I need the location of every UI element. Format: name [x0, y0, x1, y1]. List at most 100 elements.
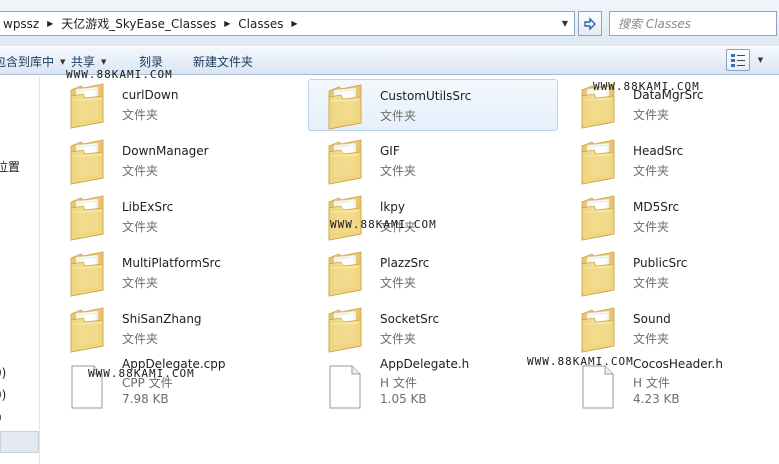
item-name: AppDelegate.cpp — [122, 357, 226, 371]
document-icon — [327, 362, 363, 410]
folder-item[interactable]: GIF 文件夹 — [309, 135, 559, 187]
folder-icon — [69, 306, 105, 354]
item-type: H 文件 — [633, 376, 670, 390]
navigation-pane: 位置 0) 0) 0 0 — [0, 76, 40, 464]
folder-icon — [580, 250, 616, 298]
item-type: 文件夹 — [380, 332, 417, 346]
chevron-down-icon: ▼ — [60, 58, 66, 66]
search-field[interactable] — [609, 11, 777, 36]
folder-item[interactable]: LibExSrc 文件夹 — [51, 191, 301, 243]
folder-icon — [580, 138, 616, 186]
item-type: 文件夹 — [122, 332, 159, 346]
item-name: PlazzSrc — [380, 256, 430, 270]
details-view-icon — [731, 54, 745, 67]
item-type: 文件夹 — [380, 109, 417, 123]
folder-item[interactable]: HeadSrc 文件夹 — [562, 135, 779, 187]
nav-item[interactable]: 位置 — [0, 158, 20, 175]
breadcrumb-item[interactable]: wpssz — [0, 12, 43, 35]
item-name: CustomUtilsSrc — [380, 89, 472, 103]
breadcrumb-item[interactable]: 天亿游戏_SkyEase_Classes — [57, 12, 220, 35]
folder-item[interactable]: CustomUtilsSrc 文件夹 — [308, 79, 558, 131]
file-list: curlDown 文件夹 CustomUtilsSrc 文件夹 DataMgrSrc 文件… — [41, 76, 779, 464]
chevron-down-icon: ▼ — [101, 58, 107, 66]
item-type: 文件夹 — [633, 220, 670, 234]
item-name: AppDelegate.h — [380, 357, 470, 371]
nav-item[interactable]: 0 — [0, 411, 2, 425]
folder-icon — [580, 194, 616, 242]
item-name: MD5Src — [633, 200, 680, 214]
folder-item[interactable]: DataMgrSrc 文件夹 — [562, 79, 779, 131]
item-name: CocosHeader.h — [633, 357, 723, 371]
breadcrumb-item[interactable]: Classes — [234, 12, 287, 35]
chevron-down-icon[interactable]: ▼ — [556, 12, 574, 35]
folder-item[interactable]: MD5Src 文件夹 — [562, 191, 779, 243]
folder-item[interactable]: MultiPlatformSrc 文件夹 — [51, 247, 301, 299]
breadcrumb-separator-icon[interactable]: ▶ — [43, 19, 57, 28]
nav-item[interactable]: 0) — [0, 388, 6, 402]
item-size: 4.23 KB — [633, 392, 680, 406]
folder-item[interactable]: Sound 文件夹 — [562, 303, 779, 355]
refresh-icon — [584, 16, 596, 31]
folder-item[interactable]: SocketSrc 文件夹 — [309, 303, 559, 355]
share-label: 共享 — [71, 55, 96, 69]
item-name: DataMgrSrc — [633, 88, 704, 102]
folder-icon — [327, 250, 363, 298]
folder-icon — [69, 250, 105, 298]
folder-icon — [69, 82, 105, 130]
item-name: LibExSrc — [122, 200, 174, 214]
file-item[interactable]: AppDelegate.cpp CPP 文件 7.98 KB — [51, 357, 301, 411]
folder-item[interactable]: PlazzSrc 文件夹 — [309, 247, 559, 299]
item-type: 文件夹 — [122, 164, 159, 178]
item-type: 文件夹 — [633, 332, 670, 346]
item-type: CPP 文件 — [122, 376, 173, 390]
nav-item-selected[interactable] — [0, 431, 39, 453]
item-name: ShiSanZhang — [122, 312, 202, 326]
breadcrumb-separator-icon[interactable]: ▶ — [287, 19, 301, 28]
item-type: 文件夹 — [633, 108, 670, 122]
item-type: 文件夹 — [380, 164, 417, 178]
folder-icon — [69, 194, 105, 242]
burn-button[interactable]: 刻录 — [139, 53, 163, 70]
search-input[interactable] — [618, 16, 768, 31]
share-menu[interactable]: 共享 ▼ — [71, 53, 106, 70]
item-type: H 文件 — [380, 376, 417, 390]
include-in-library-label: 包含到库中 — [0, 55, 55, 69]
folder-item[interactable]: curlDown 文件夹 — [51, 79, 301, 131]
item-name: DownManager — [122, 144, 209, 158]
item-type: 文件夹 — [380, 276, 417, 290]
change-view-button[interactable] — [726, 49, 750, 71]
nav-item[interactable]: 0) — [0, 366, 6, 380]
breadcrumb-separator-icon[interactable]: ▶ — [220, 19, 234, 28]
item-size: 7.98 KB — [122, 392, 169, 406]
item-type: 文件夹 — [122, 276, 159, 290]
folder-icon — [327, 83, 363, 131]
chevron-down-icon[interactable]: ▼ — [752, 49, 769, 71]
item-name: curlDown — [122, 88, 179, 102]
document-icon — [69, 362, 105, 410]
folder-item[interactable]: PublicSrc 文件夹 — [562, 247, 779, 299]
folder-icon — [327, 306, 363, 354]
item-size: 1.05 KB — [380, 392, 427, 406]
file-item[interactable]: AppDelegate.h H 文件 1.05 KB — [309, 357, 559, 411]
item-name: Sound — [633, 312, 671, 326]
item-name: SocketSrc — [380, 312, 440, 326]
file-item[interactable]: CocosHeader.h H 文件 4.23 KB — [562, 357, 779, 411]
refresh-button[interactable] — [578, 11, 602, 36]
folder-item[interactable]: lkpy 文件夹 — [309, 191, 559, 243]
folder-icon — [327, 138, 363, 186]
folder-icon — [580, 82, 616, 130]
command-bar: 包含到库中 ▼ 共享 ▼ 刻录 新建文件夹 — [0, 46, 779, 75]
folder-item[interactable]: DownManager 文件夹 — [51, 135, 301, 187]
item-type: 文件夹 — [633, 276, 670, 290]
folder-item[interactable]: ShiSanZhang 文件夹 — [51, 303, 301, 355]
item-name: HeadSrc — [633, 144, 684, 158]
folder-icon — [69, 138, 105, 186]
item-type: 文件夹 — [380, 220, 417, 234]
address-bar-row: wpssz ▶ 天亿游戏_SkyEase_Classes ▶ Classes ▶… — [0, 0, 779, 46]
include-in-library-menu[interactable]: 包含到库中 ▼ — [0, 53, 65, 70]
address-bar[interactable]: wpssz ▶ 天亿游戏_SkyEase_Classes ▶ Classes ▶… — [0, 11, 575, 36]
item-type: 文件夹 — [122, 220, 159, 234]
item-type: 文件夹 — [122, 108, 159, 122]
new-folder-button[interactable]: 新建文件夹 — [193, 53, 253, 70]
item-type: 文件夹 — [633, 164, 670, 178]
